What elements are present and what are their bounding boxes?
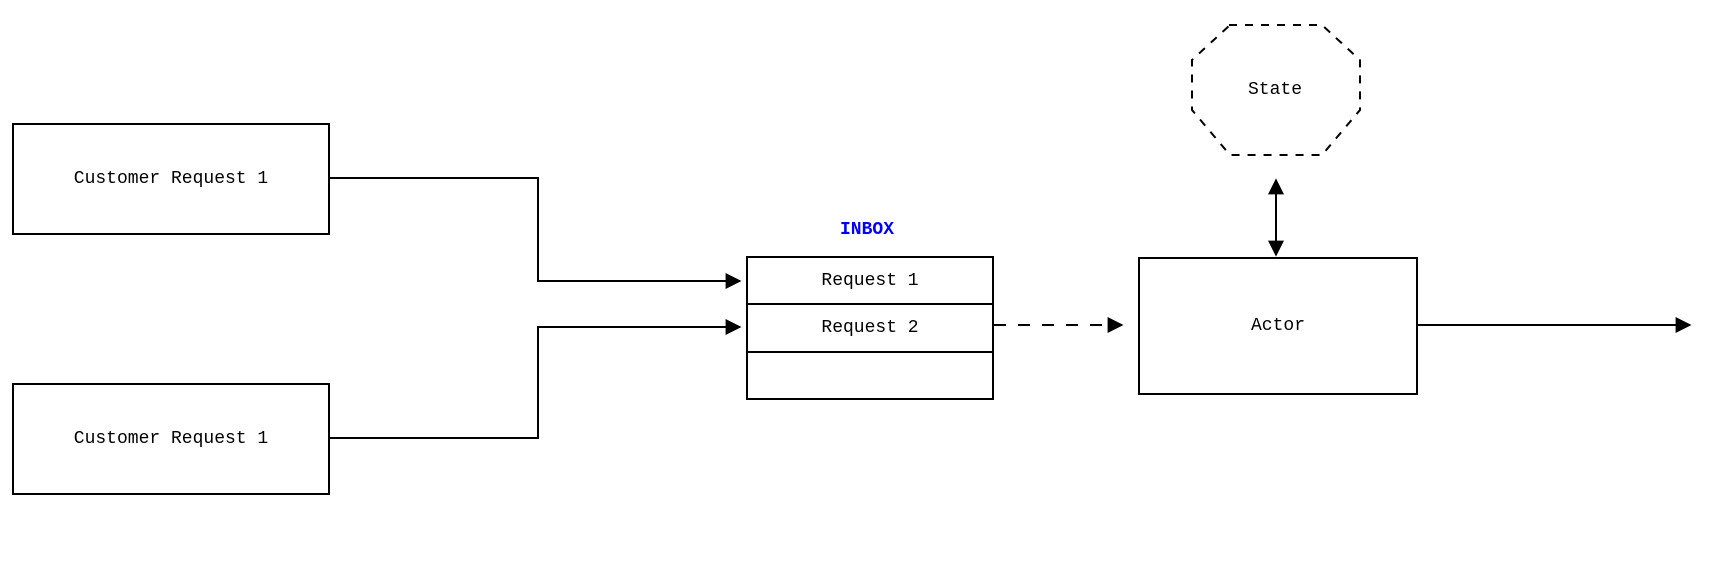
edge-customer2-inbox	[326, 327, 740, 438]
inbox-row: Request 2	[748, 303, 992, 350]
inbox-title: INBOX	[840, 220, 894, 240]
inbox-box: Request 1 Request 2	[746, 256, 994, 400]
customer-request-1-box: Customer Request 1	[12, 123, 330, 235]
inbox-row	[748, 351, 992, 398]
diagram-stage: Customer Request 1 Customer Request 1 IN…	[0, 0, 1710, 574]
customer-request-2-box: Customer Request 1	[12, 383, 330, 495]
edge-customer1-inbox	[326, 178, 740, 281]
actor-box: Actor	[1138, 257, 1418, 395]
customer-request-2-label: Customer Request 1	[74, 429, 268, 449]
inbox-row: Request 1	[748, 258, 992, 303]
customer-request-1-label: Customer Request 1	[74, 169, 268, 189]
inbox-row-label: Request 1	[821, 271, 918, 291]
state-label: State	[1248, 80, 1302, 100]
inbox-row-label: Request 2	[821, 318, 918, 338]
actor-label: Actor	[1251, 316, 1305, 336]
